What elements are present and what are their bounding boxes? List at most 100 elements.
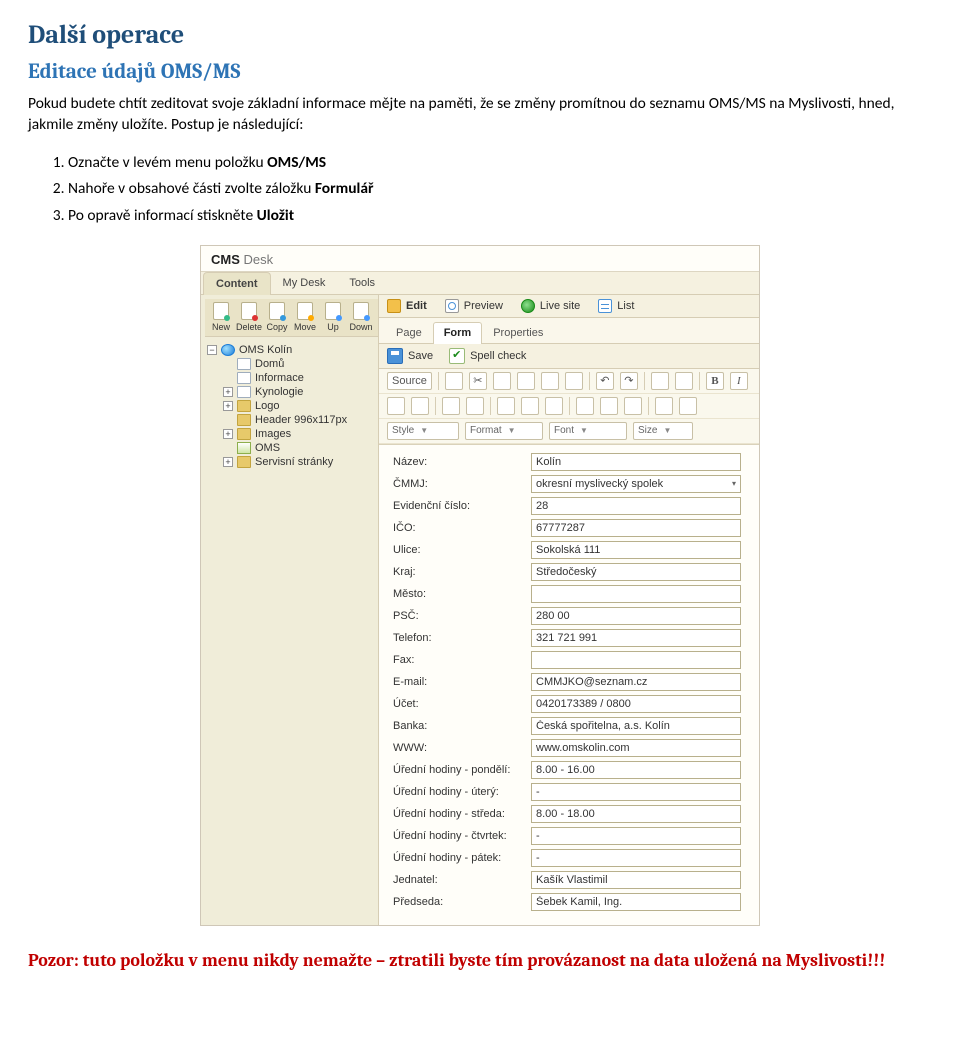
font-combo[interactable]: Font▼ (549, 422, 627, 440)
indent-icon[interactable] (466, 397, 484, 415)
copy-icon[interactable] (493, 372, 511, 390)
form-label: IČO: (393, 522, 531, 534)
chevron-down-icon: ▼ (508, 426, 516, 435)
tab-my-desk[interactable]: My Desk (271, 272, 338, 294)
form-input[interactable] (531, 871, 741, 889)
form-input[interactable] (531, 607, 741, 625)
form-input[interactable] (531, 739, 741, 757)
style-combo[interactable]: Style▼ (387, 422, 459, 440)
bgcolor-icon[interactable] (679, 397, 697, 415)
tree-node[interactable]: Informace (207, 371, 376, 385)
cms-brand-light: Desk (244, 252, 274, 267)
form-label: Fax: (393, 654, 531, 666)
bold-button[interactable]: B (706, 372, 724, 390)
form-input[interactable] (531, 585, 741, 603)
tree-up-button[interactable]: Up (319, 302, 347, 332)
tree-expand-icon[interactable]: + (223, 457, 233, 467)
form-select[interactable]: okresní myslivecký spolek▾ (531, 475, 741, 493)
editor-toolbars: Source ✂ ↶ ↷ B I (379, 369, 759, 445)
link-icon[interactable] (497, 397, 515, 415)
unlink-icon[interactable] (521, 397, 539, 415)
form-input[interactable] (531, 827, 741, 845)
form-input[interactable] (531, 717, 741, 735)
tree-new-label: New (212, 322, 230, 332)
tab-content[interactable]: Content (203, 272, 271, 295)
replace-icon[interactable] (675, 372, 693, 390)
tree-root[interactable]: − OMS Kolín (207, 343, 376, 357)
tree-expand-icon[interactable]: + (223, 387, 233, 397)
image-icon[interactable] (576, 397, 594, 415)
form-input[interactable] (531, 519, 741, 537)
form-input[interactable] (531, 893, 741, 911)
form-value-cell (531, 629, 749, 647)
mode-preview-button[interactable]: Preview (445, 299, 503, 313)
redo-icon[interactable]: ↷ (620, 372, 638, 390)
tree-node[interactable]: +Kynologie (207, 385, 376, 399)
tree-node[interactable]: +Images (207, 427, 376, 441)
form-input[interactable] (531, 783, 741, 801)
paste-plain-icon[interactable] (541, 372, 559, 390)
form-input[interactable] (531, 497, 741, 515)
textcolor-icon[interactable] (655, 397, 673, 415)
spellcheck-button[interactable]: Spell check (449, 348, 526, 364)
source-button[interactable]: Source (387, 372, 432, 390)
separator (699, 372, 700, 390)
tree-node-label: Domů (255, 358, 284, 370)
list-ul-icon[interactable] (411, 397, 429, 415)
tree-move-button[interactable]: Move (291, 302, 319, 332)
form-input[interactable] (531, 761, 741, 779)
form-input[interactable] (531, 651, 741, 669)
anchor-icon[interactable] (545, 397, 563, 415)
save-button[interactable]: Save (387, 348, 433, 364)
paste-word-icon[interactable] (565, 372, 583, 390)
tab-tools[interactable]: Tools (337, 272, 387, 294)
table-icon[interactable] (624, 397, 642, 415)
tree-copy-button[interactable]: Copy (263, 302, 291, 332)
paste-icon[interactable] (517, 372, 535, 390)
media-icon[interactable] (600, 397, 618, 415)
form-row: Město: (393, 585, 749, 603)
tree-node[interactable]: + Servisní stránky (207, 455, 376, 469)
form-row: Název: (393, 453, 749, 471)
tree-node-label: Informace (255, 372, 304, 384)
form-input[interactable] (531, 453, 741, 471)
mode-live-button[interactable]: Live site (521, 299, 580, 313)
tree-expand-icon[interactable]: + (223, 429, 233, 439)
tree-node[interactable]: OMS (207, 441, 376, 455)
tree-copy-label: Copy (266, 322, 287, 332)
tree-expand-icon[interactable]: + (223, 401, 233, 411)
mode-edit-button[interactable]: Edit (387, 299, 427, 313)
find-icon[interactable] (651, 372, 669, 390)
format-combo[interactable]: Format▼ (465, 422, 543, 440)
mode-list-button[interactable]: List (598, 299, 634, 313)
tree-delete-label: Delete (236, 322, 262, 332)
cms-top-tabs: Content My Desk Tools (201, 272, 759, 295)
subtab-form[interactable]: Form (433, 322, 483, 344)
tree-delete-button[interactable]: Delete (235, 302, 263, 332)
editor-tool-icon[interactable] (445, 372, 463, 390)
cut-icon[interactable]: ✂ (469, 372, 487, 390)
tree-node[interactable]: +Logo (207, 399, 376, 413)
undo-icon[interactable]: ↶ (596, 372, 614, 390)
form-input[interactable] (531, 541, 741, 559)
form-input[interactable] (531, 805, 741, 823)
form-row: PSČ: (393, 607, 749, 625)
italic-button[interactable]: I (730, 372, 748, 390)
tree-node-label: Servisní stránky (255, 456, 333, 468)
outdent-icon[interactable] (442, 397, 460, 415)
form-input[interactable] (531, 695, 741, 713)
size-combo[interactable]: Size▼ (633, 422, 693, 440)
form-input[interactable] (531, 629, 741, 647)
tree-node[interactable]: Domů (207, 357, 376, 371)
tree-new-button[interactable]: New (207, 302, 235, 332)
tree-down-button[interactable]: Down (347, 302, 375, 332)
form-input[interactable] (531, 673, 741, 691)
form-input[interactable] (531, 563, 741, 581)
tree-node[interactable]: Header 996x117px (207, 413, 376, 427)
list-ol-icon[interactable] (387, 397, 405, 415)
form-row: ČMMJ:okresní myslivecký spolek▾ (393, 475, 749, 493)
subtab-page[interactable]: Page (385, 322, 433, 343)
tree-collapse-icon[interactable]: − (207, 345, 217, 355)
form-input[interactable] (531, 849, 741, 867)
subtab-properties[interactable]: Properties (482, 322, 554, 343)
